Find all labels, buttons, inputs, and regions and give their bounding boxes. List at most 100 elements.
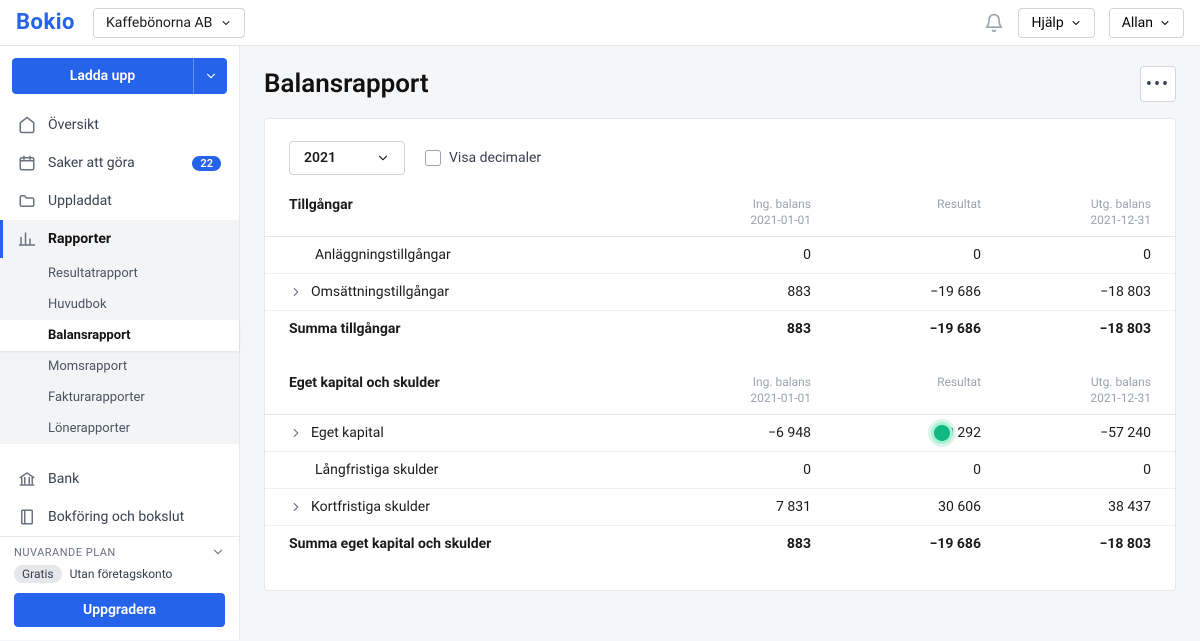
upgrade-button[interactable]: Uppgradera bbox=[14, 593, 225, 627]
row-label: Kortfristiga skulder bbox=[311, 499, 430, 515]
chart-icon bbox=[18, 230, 36, 248]
page-title: Balansrapport bbox=[264, 69, 429, 99]
chevron-down-icon[interactable] bbox=[211, 545, 225, 559]
cell-open: 883 bbox=[641, 284, 811, 300]
sidebar-item-uploaded[interactable]: Uppladdat bbox=[0, 182, 239, 220]
cell-open: 883 bbox=[641, 321, 811, 337]
chevron-down-icon bbox=[1159, 17, 1171, 29]
section-header-liabilities: Eget kapital och skulder Ing. balans2021… bbox=[265, 375, 1175, 415]
decimals-checkbox[interactable]: Visa decimaler bbox=[425, 150, 541, 166]
cell-close: 38 437 bbox=[981, 499, 1151, 515]
company-name: Kaffebönorna AB bbox=[106, 15, 212, 31]
todo-badge: 22 bbox=[192, 156, 221, 171]
user-menu-button[interactable]: Allan bbox=[1109, 8, 1184, 38]
plan-pill: Gratis bbox=[14, 565, 62, 583]
section-header-assets: Tillgångar Ing. balans2021-01-01 Resulta… bbox=[265, 197, 1175, 237]
cell-close: −18 803 bbox=[981, 536, 1151, 552]
sidebar-item-overview[interactable]: Översikt bbox=[0, 106, 239, 144]
sidebar-item-label: Bokföring och bokslut bbox=[48, 509, 184, 525]
cell-close: −57 240 bbox=[981, 425, 1151, 441]
plan-heading: NUVARANDE PLAN bbox=[14, 546, 116, 559]
sidebar-item-reports[interactable]: Rapporter bbox=[0, 220, 239, 258]
section-title: Eget kapital och skulder bbox=[289, 375, 641, 406]
help-button[interactable]: Hjälp bbox=[1018, 8, 1094, 38]
cell-open: 0 bbox=[641, 462, 811, 478]
report-card: 2021 Visa decimaler Tillgångar Ing. bala… bbox=[264, 118, 1176, 591]
home-icon bbox=[18, 116, 36, 134]
table-row[interactable]: Kortfristiga skulder 7 831 30 606 38 437 bbox=[265, 489, 1175, 526]
chevron-right-icon bbox=[289, 426, 303, 440]
upload-button[interactable]: Ladda upp bbox=[12, 58, 193, 94]
book-icon bbox=[18, 508, 36, 526]
chevron-down-icon bbox=[1070, 17, 1082, 29]
folder-icon bbox=[18, 192, 36, 210]
section-title: Tillgångar bbox=[289, 197, 641, 228]
row-label: Summa tillgångar bbox=[289, 321, 401, 337]
col-opening: Ing. balans2021-01-01 bbox=[641, 197, 811, 228]
cell-close: 0 bbox=[981, 462, 1151, 478]
sidebar-sub-salary[interactable]: Lönerapporter bbox=[0, 413, 239, 444]
checkbox-icon bbox=[425, 150, 441, 166]
main-content: Balansrapport ••• 2021 Visa decimaler Ti… bbox=[240, 46, 1200, 640]
cell-result: −50 292 bbox=[811, 425, 981, 441]
cell-open: 7 831 bbox=[641, 499, 811, 515]
sidebar-item-label: Saker att göra bbox=[48, 155, 135, 171]
sidebar-item-label: Uppladdat bbox=[48, 193, 112, 209]
company-selector[interactable]: Kaffebönorna AB bbox=[93, 8, 245, 38]
col-closing: Utg. balans2021-12-31 bbox=[981, 375, 1151, 406]
reports-submenu: Resultatrapport Huvudbok Balansrapport M… bbox=[0, 258, 239, 444]
col-result: Resultat bbox=[811, 197, 981, 228]
sidebar: Ladda upp Översikt Saker att göra 22 Upp… bbox=[0, 46, 240, 640]
cell-open: 883 bbox=[641, 536, 811, 552]
sidebar-sub-balance[interactable]: Balansrapport bbox=[0, 320, 239, 351]
sidebar-item-label: Översikt bbox=[48, 117, 99, 133]
cell-open: 0 bbox=[641, 247, 811, 263]
row-label: Långfristiga skulder bbox=[289, 462, 438, 478]
year-value: 2021 bbox=[304, 150, 336, 166]
row-label: Eget kapital bbox=[311, 425, 384, 441]
cell-close: 0 bbox=[981, 247, 1151, 263]
sidebar-item-label: Bank bbox=[48, 471, 79, 487]
chevron-down-icon bbox=[376, 151, 390, 165]
year-selector[interactable]: 2021 bbox=[289, 141, 405, 175]
decimals-label: Visa decimaler bbox=[449, 150, 541, 166]
sidebar-sub-vat[interactable]: Momsrapport bbox=[0, 351, 239, 382]
bank-icon bbox=[18, 470, 36, 488]
sidebar-sub-result[interactable]: Resultatrapport bbox=[0, 258, 239, 289]
row-label: Omsättningstillgångar bbox=[311, 284, 449, 300]
more-menu-button[interactable]: ••• bbox=[1140, 66, 1176, 102]
user-name: Allan bbox=[1122, 15, 1153, 31]
table-row[interactable]: Långfristiga skulder 0 0 0 bbox=[265, 452, 1175, 489]
cell-close: −18 803 bbox=[981, 284, 1151, 300]
cell-result: 30 606 bbox=[811, 499, 981, 515]
chevron-right-icon bbox=[289, 285, 303, 299]
cell-close: −18 803 bbox=[981, 321, 1151, 337]
sidebar-item-bookkeeping[interactable]: Bokföring och bokslut bbox=[0, 498, 239, 536]
sidebar-sub-ledger[interactable]: Huvudbok bbox=[0, 289, 239, 320]
help-label: Hjälp bbox=[1031, 15, 1063, 31]
col-result: Resultat bbox=[811, 375, 981, 406]
col-opening: Ing. balans2021-01-01 bbox=[641, 375, 811, 406]
col-closing: Utg. balans2021-12-31 bbox=[981, 197, 1151, 228]
cell-result: 0 bbox=[811, 247, 981, 263]
cell-result: −19 686 bbox=[811, 321, 981, 337]
table-row-sum: Summa tillgångar 883 −19 686 −18 803 bbox=[265, 311, 1175, 347]
table-row[interactable]: Eget kapital −6 948 −50 292 −57 240 bbox=[265, 415, 1175, 452]
sidebar-sub-invoice[interactable]: Fakturarapporter bbox=[0, 382, 239, 413]
sidebar-item-label: Rapporter bbox=[48, 231, 111, 247]
cell-result: −19 686 bbox=[811, 536, 981, 552]
sidebar-item-bank[interactable]: Bank bbox=[0, 460, 239, 498]
logo: Bokio bbox=[16, 10, 75, 35]
table-row[interactable]: Omsättningstillgångar 883 −19 686 −18 80… bbox=[265, 274, 1175, 311]
app-header: Bokio Kaffebönorna AB Hjälp Allan bbox=[0, 0, 1200, 46]
sidebar-item-todo[interactable]: Saker att göra 22 bbox=[0, 144, 239, 182]
chevron-down-icon bbox=[204, 69, 218, 83]
plan-box: NUVARANDE PLAN Gratis Utan företagskonto… bbox=[0, 536, 239, 641]
table-row-sum: Summa eget kapital och skulder 883 −19 6… bbox=[265, 526, 1175, 562]
upload-chevron-button[interactable] bbox=[193, 58, 227, 94]
chevron-down-icon bbox=[220, 17, 232, 29]
table-row[interactable]: Anläggningstillgångar 0 0 0 bbox=[265, 237, 1175, 274]
bell-icon[interactable] bbox=[984, 13, 1004, 33]
row-label: Anläggningstillgångar bbox=[289, 247, 451, 263]
cell-result: 0 bbox=[811, 462, 981, 478]
